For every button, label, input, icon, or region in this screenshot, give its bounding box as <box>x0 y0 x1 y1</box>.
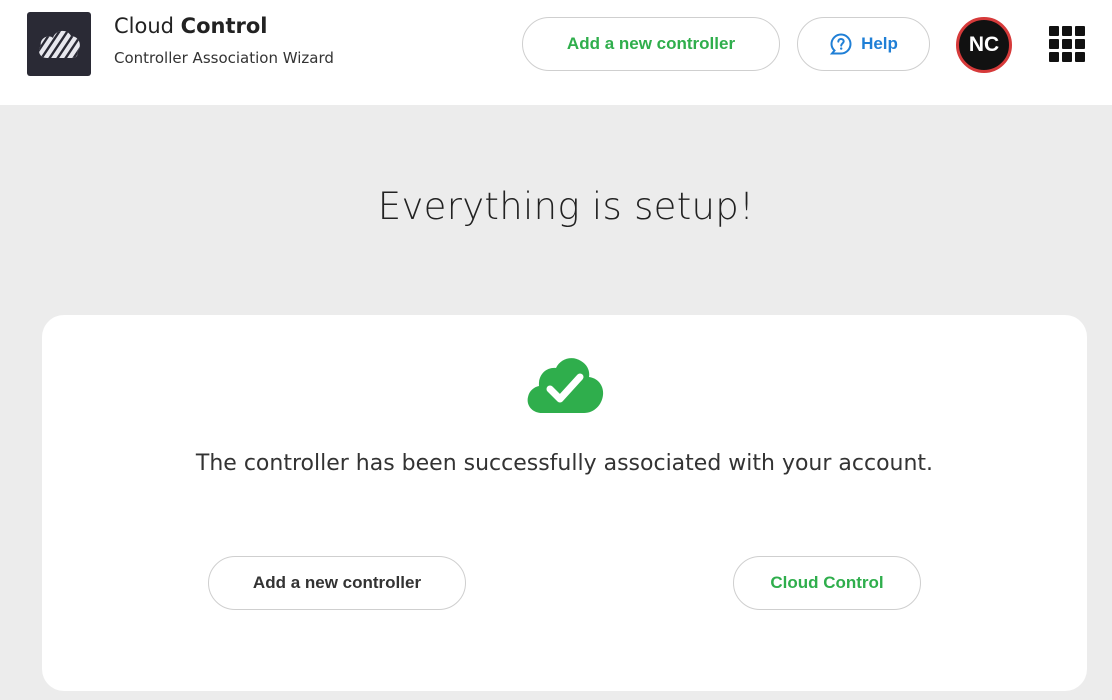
cloud-control-button[interactable]: Cloud Control <box>733 556 921 610</box>
help-icon <box>829 32 853 56</box>
cloud-control-label: Cloud Control <box>770 573 884 592</box>
user-avatar[interactable]: NC <box>956 17 1012 73</box>
help-label: Help <box>861 34 898 53</box>
page-title: Everything is setup! <box>377 185 755 228</box>
help-button[interactable]: Help <box>797 17 930 71</box>
grid-dot <box>1049 26 1059 36</box>
app-logo[interactable] <box>27 12 91 76</box>
success-card: The controller has been successfully ass… <box>42 315 1087 691</box>
grid-dot <box>1062 26 1072 36</box>
app-header: Cloud Control Controller Association Wiz… <box>0 0 1112 105</box>
brand-title-light: Cloud <box>114 14 181 38</box>
main-content: Everything is setup! The controller has … <box>0 105 1112 700</box>
grid-dot <box>1062 39 1072 49</box>
grid-dot <box>1075 39 1085 49</box>
grid-dot <box>1049 52 1059 62</box>
cloud-icon <box>39 30 80 59</box>
grid-dot <box>1075 26 1085 36</box>
avatar-initials: NC <box>968 33 1000 56</box>
grid-dot <box>1049 39 1059 49</box>
grid-dot <box>1075 52 1085 62</box>
success-message: The controller has been successfully ass… <box>195 451 934 476</box>
brand-title-bold: Control <box>180 14 268 38</box>
header-add-controller-button[interactable]: Add a new controller <box>522 17 780 71</box>
brand-title: Cloud Control <box>114 14 267 38</box>
check-cloud-icon <box>527 358 604 413</box>
header-add-controller-label: Add a new controller <box>566 34 736 53</box>
grid-dot <box>1062 52 1072 62</box>
add-controller-button[interactable]: Add a new controller <box>208 556 466 610</box>
grid-icon[interactable] <box>1048 25 1086 63</box>
wizard-subtitle: Controller Association Wizard <box>114 49 334 67</box>
add-controller-label: Add a new controller <box>252 573 422 592</box>
